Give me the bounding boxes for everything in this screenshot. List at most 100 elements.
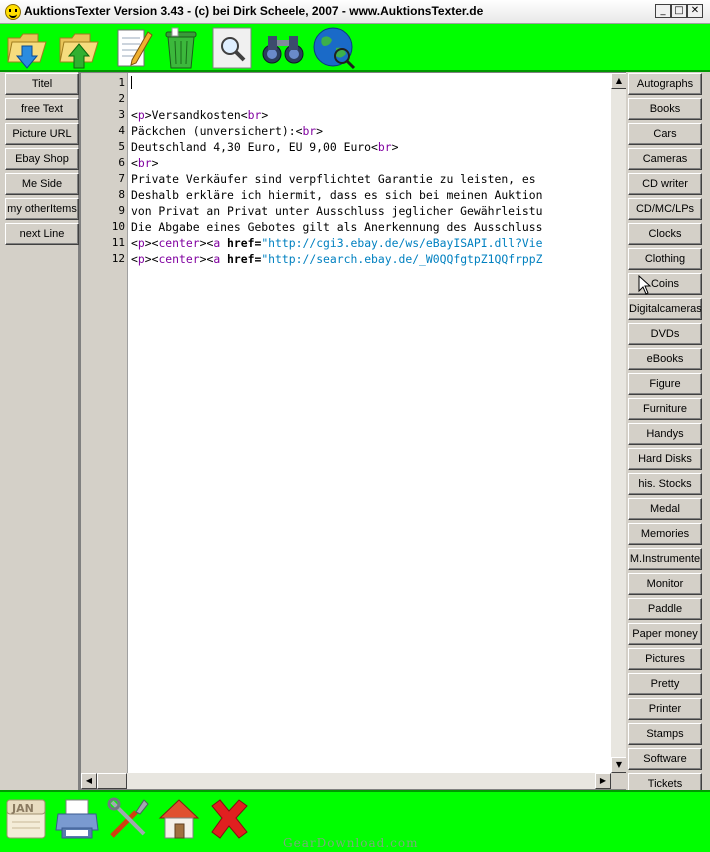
insert-me-side-button[interactable]: Me Side bbox=[5, 173, 79, 195]
category-button-furniture[interactable]: Furniture bbox=[628, 398, 702, 420]
code-token: > bbox=[151, 156, 159, 170]
category-button-panel: Autographs Books Cars Cameras CD writer CD/MC… bbox=[626, 72, 710, 795]
category-button-paper-money[interactable]: Paper money bbox=[628, 623, 702, 645]
code-token: < bbox=[131, 108, 138, 122]
category-button-cameras[interactable]: Cameras bbox=[628, 148, 702, 170]
code-token: Deshalb erkläre ich hiermit, dass es sic… bbox=[131, 188, 543, 202]
minimize-button[interactable]: _ bbox=[655, 4, 671, 18]
title-bar[interactable]: AuktionsTexter Version 3.43 - (c) bei Di… bbox=[0, 0, 710, 24]
code-line: Deshalb erkläre ich hiermit, dass es sic… bbox=[131, 187, 542, 203]
code-line: Deutschland 4,30 Euro, EU 9,00 Euro<br> bbox=[131, 139, 398, 155]
code-line: Päckchen (unversichert):<br> bbox=[131, 123, 323, 139]
category-button-m-instrumente[interactable]: M.Instrumente bbox=[628, 548, 702, 570]
category-button-books[interactable]: Books bbox=[628, 98, 702, 120]
category-button-autographs[interactable]: Autographs bbox=[628, 73, 702, 95]
code-line: <p><center><a href="http://search.ebay.d… bbox=[131, 251, 543, 267]
code-token: > bbox=[261, 108, 269, 122]
category-button-software[interactable]: Software bbox=[628, 748, 702, 770]
scroll-right-button[interactable]: ▶ bbox=[595, 773, 611, 789]
category-button-pretty[interactable]: Pretty bbox=[628, 673, 702, 695]
insert-free-text-button[interactable]: free Text bbox=[5, 98, 79, 120]
code-line: Die Abgabe eines Gebotes gilt als Anerke… bbox=[131, 219, 542, 235]
vertical-scrollbar[interactable]: ▲ ▼ bbox=[611, 73, 627, 773]
category-button-digitalcameras[interactable]: Digitalcameras bbox=[628, 298, 702, 320]
code-text-area[interactable]: <p>Versandkosten<br> Päckchen (unversiche… bbox=[131, 73, 611, 773]
scroll-up-button[interactable]: ▲ bbox=[611, 73, 627, 89]
category-button-monitor[interactable]: Monitor bbox=[628, 573, 702, 595]
line-number: 1 bbox=[118, 76, 125, 89]
recycle-bin-icon[interactable] bbox=[158, 26, 204, 70]
category-button-dvds[interactable]: DVDs bbox=[628, 323, 702, 345]
code-token: "http://cgi3.ebay.de/ws/eBayISAPI.dll?Vi… bbox=[261, 236, 543, 250]
category-button-memories[interactable]: Memories bbox=[628, 523, 702, 545]
calendar-icon[interactable]: JAN bbox=[4, 796, 50, 842]
app-window: AuktionsTexter Version 3.43 - (c) bei Di… bbox=[0, 0, 710, 852]
category-button-printer[interactable]: Printer bbox=[628, 698, 702, 720]
scroll-down-button[interactable]: ▼ bbox=[611, 757, 627, 773]
insert-next-line-button[interactable]: next Line bbox=[5, 223, 79, 245]
code-token: < bbox=[131, 252, 138, 266]
code-token: < bbox=[131, 236, 138, 250]
calendar-label: JAN bbox=[11, 802, 34, 815]
category-button-clothing[interactable]: Clothing bbox=[628, 248, 702, 270]
code-line: <p>Versandkosten<br> bbox=[131, 107, 268, 123]
category-button-stamps[interactable]: Stamps bbox=[628, 723, 702, 745]
line-number-gutter: 1 2 3 4 5 6 7 8 9 10 11 12 bbox=[81, 73, 128, 773]
category-button-paddle[interactable]: Paddle bbox=[628, 598, 702, 620]
category-button-pictures[interactable]: Pictures bbox=[628, 648, 702, 670]
category-button-ebooks[interactable]: eBooks bbox=[628, 348, 702, 370]
code-token: >< bbox=[144, 252, 159, 266]
folder-open-icon[interactable] bbox=[4, 26, 50, 70]
binoculars-icon[interactable] bbox=[260, 26, 306, 70]
category-button-cd-writer[interactable]: CD writer bbox=[628, 173, 702, 195]
scroll-left-button[interactable]: ◀ bbox=[81, 773, 97, 789]
html-code-editor[interactable]: 1 2 3 4 5 6 7 8 9 10 11 12 <p>Versandkos… bbox=[80, 72, 627, 790]
code-token: p bbox=[137, 252, 145, 266]
folder-save-icon[interactable] bbox=[56, 26, 102, 70]
printer-icon[interactable] bbox=[54, 796, 100, 842]
category-button-hard-disks[interactable]: Hard Disks bbox=[628, 448, 702, 470]
insert-ebay-shop-button[interactable]: Ebay Shop bbox=[5, 148, 79, 170]
code-token: p bbox=[137, 108, 145, 122]
category-button-medal[interactable]: Medal bbox=[628, 498, 702, 520]
code-token: Deutschland 4,30 Euro, EU 9,00 Euro bbox=[131, 140, 372, 154]
globe-search-icon[interactable] bbox=[312, 26, 358, 70]
code-token: href= bbox=[227, 236, 262, 250]
notepad-edit-icon[interactable] bbox=[110, 26, 156, 70]
tools-icon[interactable] bbox=[106, 796, 152, 842]
magnifier-icon[interactable] bbox=[210, 26, 256, 70]
insert-picture-url-button[interactable]: Picture URL bbox=[5, 123, 79, 145]
home-icon[interactable] bbox=[156, 796, 202, 842]
line-number: 9 bbox=[118, 204, 125, 217]
line-number: 12 bbox=[111, 252, 125, 265]
close-x-icon[interactable] bbox=[206, 796, 252, 842]
category-button-cars[interactable]: Cars bbox=[628, 123, 702, 145]
code-token: > bbox=[316, 124, 324, 138]
category-button-clocks[interactable]: Clocks bbox=[628, 223, 702, 245]
line-number: 5 bbox=[118, 140, 125, 153]
code-token: > bbox=[391, 140, 399, 154]
code-line: von Privat an Privat unter Ausschluss je… bbox=[131, 203, 542, 219]
insert-titel-button[interactable]: Titel bbox=[5, 73, 79, 95]
insert-my-other-items-button[interactable]: my otherItems bbox=[5, 198, 79, 220]
code-token: > bbox=[144, 108, 152, 122]
horizontal-scroll-thumb[interactable] bbox=[97, 773, 127, 789]
maximize-button[interactable]: □ bbox=[671, 4, 687, 18]
code-token: >< bbox=[199, 236, 214, 250]
code-token: < bbox=[240, 108, 248, 122]
code-token: von Privat an Privat unter Ausschluss je… bbox=[131, 204, 543, 218]
horizontal-scrollbar[interactable]: ◀ ▶ bbox=[81, 773, 611, 789]
code-line: <p><center><a href="http://cgi3.ebay.de/… bbox=[131, 235, 543, 251]
code-token: p bbox=[137, 236, 145, 250]
geardownload-watermark: GearDownload.com bbox=[283, 836, 419, 850]
category-button-his-stocks[interactable]: his. Stocks bbox=[628, 473, 702, 495]
mouse-pointer-icon bbox=[638, 275, 652, 295]
code-token: >< bbox=[144, 236, 159, 250]
close-button[interactable]: ✕ bbox=[687, 4, 703, 18]
category-button-cd-mc-lps[interactable]: CD/MC/LPs bbox=[628, 198, 702, 220]
category-button-figure[interactable]: Figure bbox=[628, 373, 702, 395]
code-token: Private Verkäufer sind verpflichtet Gara… bbox=[131, 172, 536, 186]
category-button-handys[interactable]: Handys bbox=[628, 423, 702, 445]
